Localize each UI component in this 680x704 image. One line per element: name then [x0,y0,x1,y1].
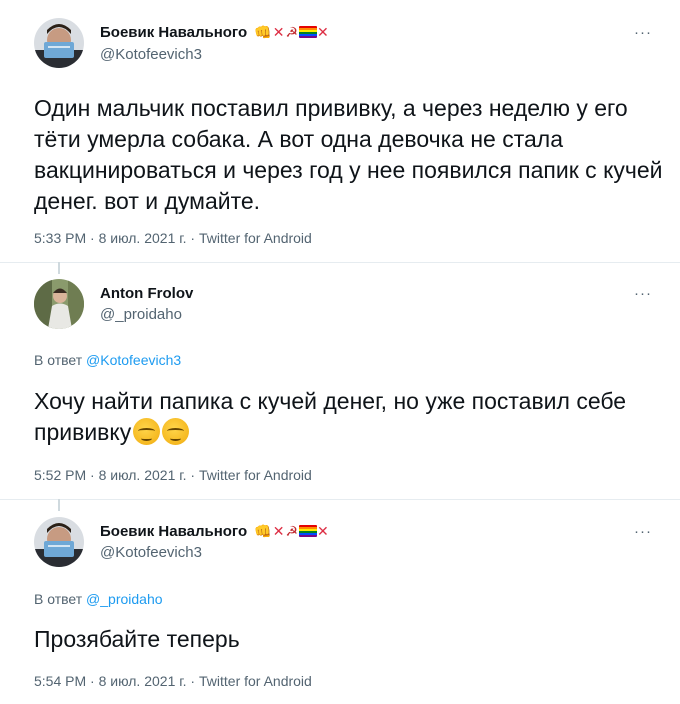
tweet-timestamp[interactable]: 5:52 PM · 8 июл. 2021 г. [34,467,187,483]
tweet-text: Хочу найти папика с кучей денег, но уже … [34,386,634,448]
tweet-source[interactable]: Twitter for Android [199,230,312,246]
cross-mark-icon: ✕ [317,523,330,539]
tweet-source[interactable]: Twitter for Android [199,467,312,483]
author-name-text: Боевик Навального [100,523,248,540]
tweet-3[interactable]: Боевик Навального 👊✕☭ ✕ @Kotofeevich3 ···… [0,500,680,704]
hammer-sickle-icon: ☭ [285,523,300,539]
avatar-image [34,18,84,68]
avatar-image [34,279,84,329]
reply-to: В ответ @_proidaho [34,591,163,607]
avatar[interactable] [34,517,84,567]
name-emoji-group: 👊✕☭ ✕ [254,523,329,539]
rainbow-flag-icon [299,525,318,537]
name-emoji-group: 👊✕☭ ✕ [254,24,329,40]
cross-mark-icon: ✕ [272,24,286,40]
reply-label: В ответ [34,591,83,607]
avatar[interactable] [34,279,84,329]
rainbow-flag-icon [299,26,318,38]
tweet-timestamp[interactable]: 5:33 PM · 8 июл. 2021 г. [34,230,187,246]
hammer-sickle-icon: ☭ [285,24,300,40]
reply-label: В ответ [34,352,83,368]
author-handle[interactable]: @Kotofeevich3 [100,544,202,561]
meta-separator: · [186,673,199,689]
fist-icon: 👊 [254,24,273,40]
author-name[interactable]: Боевик Навального 👊✕☭ ✕ [100,523,330,540]
reply-mention[interactable]: @Kotofeevich3 [86,352,181,368]
reply-mention[interactable]: @_proidaho [86,591,163,607]
author-handle[interactable]: @Kotofeevich3 [100,46,202,63]
more-options-icon[interactable]: ··· [634,523,652,540]
author-name-text: Anton Frolov [100,285,194,302]
avatar[interactable] [34,18,84,68]
meta-separator: · [186,230,199,246]
pensive-face-icon [162,418,190,445]
tweet-2[interactable]: Anton Frolov @_proidaho ··· В ответ @Kot… [0,263,680,499]
tweet-meta: 5:33 PM · 8 июл. 2021 г. · Twitter for A… [34,230,312,246]
more-options-icon[interactable]: ··· [634,24,652,41]
cross-mark-icon: ✕ [317,24,330,40]
author-name[interactable]: Боевик Навального 👊✕☭ ✕ [100,24,330,41]
tweet-source[interactable]: Twitter for Android [199,673,312,689]
tweet-timestamp[interactable]: 5:54 PM · 8 июл. 2021 г. [34,673,187,689]
more-options-icon[interactable]: ··· [634,285,652,302]
tweet-meta: 5:52 PM · 8 июл. 2021 г. · Twitter for A… [34,467,312,483]
fist-icon: 👊 [254,523,273,539]
author-name[interactable]: Anton Frolov [100,285,193,302]
meta-separator: · [186,467,199,483]
tweet-thread: Боевик Навального 👊✕☭ ✕ @Kotofeevich3 ···… [0,0,680,704]
pensive-face-icon [133,418,161,445]
tweet-meta: 5:54 PM · 8 июл. 2021 г. · Twitter for A… [34,673,312,689]
author-handle[interactable]: @_proidaho [100,306,182,323]
avatar-image [34,517,84,567]
cross-mark-icon: ✕ [272,523,286,539]
tweet-text: Один мальчик поставил прививку, а через … [34,95,663,214]
tweet-text: Прозябайте теперь [34,626,240,652]
reply-to: В ответ @Kotofeevich3 [34,352,181,368]
author-name-text: Боевик Навального [100,24,248,41]
tweet-text-body: Хочу найти папика с кучей денег, но уже … [34,388,627,445]
tweet-1[interactable]: Боевик Навального 👊✕☭ ✕ @Kotofeevich3 ···… [0,0,680,262]
